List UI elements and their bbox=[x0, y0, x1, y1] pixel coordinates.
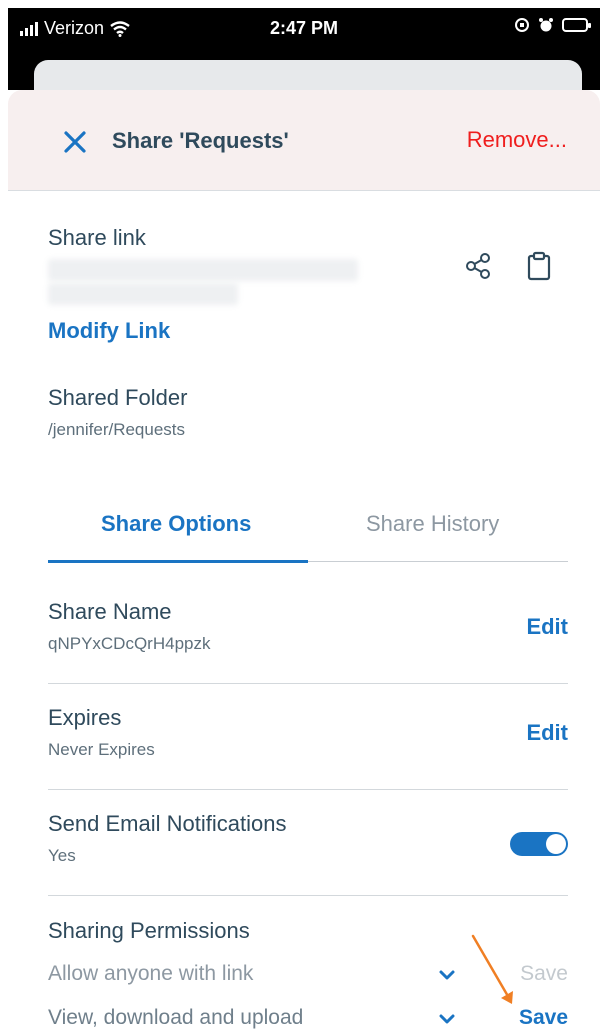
tab-bar: Share Options Share History bbox=[48, 499, 568, 563]
share-name-row: Share Name qNPYxCDcQrH4ppzk Edit bbox=[48, 577, 568, 684]
expires-row: Expires Never Expires Edit bbox=[48, 683, 568, 790]
share-name-edit-button[interactable]: Edit bbox=[526, 614, 568, 640]
chevron-down-icon[interactable] bbox=[436, 964, 458, 986]
permission-row-access-level: View, download and upload Save bbox=[48, 1006, 568, 1036]
link-access-value[interactable]: Allow anyone with link bbox=[48, 962, 253, 986]
toggle-knob bbox=[546, 834, 566, 854]
share-link-label: Share link bbox=[48, 225, 146, 250]
clipboard-icon[interactable] bbox=[526, 251, 552, 281]
alarm-icon bbox=[539, 18, 553, 32]
status-bar: Verizon 2:47 PM bbox=[8, 8, 600, 50]
shared-folder-label: Shared Folder bbox=[48, 385, 188, 410]
email-notifications-toggle[interactable] bbox=[510, 832, 568, 856]
sheet-header: Share 'Requests' Remove... bbox=[8, 90, 600, 191]
close-icon[interactable] bbox=[60, 127, 90, 157]
sharing-permissions-title: Sharing Permissions bbox=[48, 918, 250, 943]
link-access-save-button[interactable]: Save bbox=[520, 962, 568, 986]
share-icon[interactable] bbox=[463, 251, 493, 281]
share-name-label: Share Name bbox=[48, 599, 172, 624]
remove-button[interactable]: Remove... bbox=[467, 127, 567, 153]
active-tab-indicator bbox=[48, 560, 308, 563]
expires-value: Never Expires bbox=[48, 740, 155, 759]
share-name-value: qNPYxCDcQrH4ppzk bbox=[48, 634, 211, 653]
access-level-save-button[interactable]: Save bbox=[519, 1006, 568, 1030]
email-notifications-label: Send Email Notifications bbox=[48, 811, 287, 836]
expires-edit-button[interactable]: Edit bbox=[526, 720, 568, 746]
email-notifications-value: Yes bbox=[48, 846, 76, 865]
share-link-url-redacted bbox=[48, 259, 358, 281]
chevron-down-icon[interactable] bbox=[436, 1008, 458, 1030]
access-level-value[interactable]: View, download and upload bbox=[48, 1006, 303, 1030]
tab-share-history[interactable]: Share History bbox=[366, 511, 499, 537]
status-time: 2:47 PM bbox=[269, 18, 339, 38]
share-link-url-redacted-line2 bbox=[48, 283, 238, 305]
email-notifications-row: Send Email Notifications Yes bbox=[48, 789, 568, 896]
shared-folder-path: /jennifer/Requests bbox=[48, 420, 186, 439]
orientation-lock-icon bbox=[515, 18, 529, 32]
sheet-title: Share 'Requests' bbox=[112, 128, 289, 153]
permission-row-link-access: Allow anyone with link Save bbox=[48, 962, 568, 992]
expires-label: Expires bbox=[48, 705, 122, 730]
battery-icon bbox=[562, 18, 591, 32]
tab-share-options[interactable]: Share Options bbox=[101, 511, 251, 537]
modify-link-button[interactable]: Modify Link bbox=[48, 318, 170, 344]
status-icons bbox=[514, 17, 591, 33]
